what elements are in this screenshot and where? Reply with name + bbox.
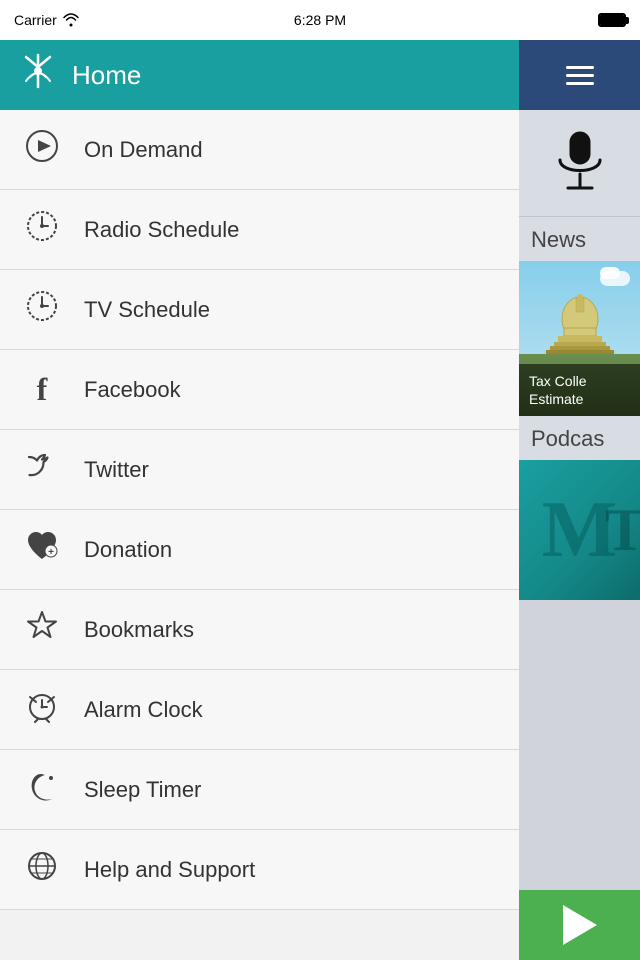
star-icon xyxy=(20,609,64,650)
donation-heart-icon: + xyxy=(20,529,64,570)
status-bar: Carrier 6:28 PM xyxy=(0,0,640,40)
hamburger-line-2 xyxy=(566,74,594,77)
help-support-label: Help and Support xyxy=(84,857,255,883)
status-bar-right xyxy=(598,13,626,27)
radio-clock-icon xyxy=(20,209,64,250)
twitter-icon xyxy=(20,449,64,490)
donation-label: Donation xyxy=(84,537,172,563)
battery-fill xyxy=(600,15,624,25)
drawer-panel: Home On Demand xyxy=(0,40,519,960)
news-section-label: News xyxy=(519,217,640,261)
on-demand-label: On Demand xyxy=(84,137,203,163)
podcast-card[interactable]: M T xyxy=(519,460,640,600)
play-circle-icon xyxy=(20,129,64,170)
podcast-section-label: Podcas xyxy=(519,416,640,460)
play-bar[interactable] xyxy=(519,890,640,960)
right-panel-header xyxy=(519,40,640,110)
drawer-title: Home xyxy=(72,60,141,91)
carrier-label: Carrier xyxy=(14,12,57,28)
drawer-item-donation[interactable]: + Donation xyxy=(0,510,519,590)
drawer-items: On Demand Radio Schedule xyxy=(0,110,519,960)
hamburger-menu-icon[interactable] xyxy=(566,66,594,85)
alarm-clock-icon xyxy=(20,689,64,730)
right-panel: News xyxy=(519,40,640,960)
battery-icon xyxy=(598,13,626,27)
facebook-icon: f xyxy=(20,371,64,408)
wifi-icon xyxy=(63,13,79,27)
play-button-triangle xyxy=(563,905,597,945)
drawer-item-radio-schedule[interactable]: Radio Schedule xyxy=(0,190,519,270)
globe-icon xyxy=(20,849,64,890)
drawer-item-alarm-clock[interactable]: Alarm Clock xyxy=(0,670,519,750)
antenna-icon xyxy=(20,53,56,97)
bookmarks-label: Bookmarks xyxy=(84,617,194,643)
status-bar-time: 6:28 PM xyxy=(294,12,346,28)
status-bar-left: Carrier xyxy=(14,12,79,28)
facebook-label: Facebook xyxy=(84,377,181,403)
radio-schedule-label: Radio Schedule xyxy=(84,217,239,243)
main-wrapper: Home On Demand xyxy=(0,40,640,960)
sleep-timer-label: Sleep Timer xyxy=(84,777,201,803)
microphone-icon xyxy=(554,130,606,200)
microphone-section[interactable] xyxy=(519,110,640,217)
drawer-item-facebook[interactable]: f Facebook xyxy=(0,350,519,430)
moon-icon xyxy=(20,769,64,810)
drawer-header: Home xyxy=(0,40,519,110)
svg-text:+: + xyxy=(48,547,54,558)
news-card[interactable]: Tax Colle Estimate xyxy=(519,261,640,416)
drawer-item-on-demand[interactable]: On Demand xyxy=(0,110,519,190)
twitter-label: Twitter xyxy=(84,457,149,483)
tv-clock-icon xyxy=(20,289,64,330)
hamburger-line-3 xyxy=(566,82,594,85)
right-panel-content: News xyxy=(519,110,640,960)
news-card-text: Tax Colle Estimate xyxy=(529,372,630,408)
drawer-item-sleep-timer[interactable]: Sleep Timer xyxy=(0,750,519,830)
drawer-item-bookmarks[interactable]: Bookmarks xyxy=(0,590,519,670)
drawer-item-help-support[interactable]: Help and Support xyxy=(0,830,519,910)
news-card-overlay: Tax Colle Estimate xyxy=(519,364,640,416)
drawer-item-tv-schedule[interactable]: TV Schedule xyxy=(0,270,519,350)
tv-schedule-label: TV Schedule xyxy=(84,297,210,323)
hamburger-line-1 xyxy=(566,66,594,69)
alarm-clock-label: Alarm Clock xyxy=(84,697,203,723)
drawer-item-twitter[interactable]: Twitter xyxy=(0,430,519,510)
